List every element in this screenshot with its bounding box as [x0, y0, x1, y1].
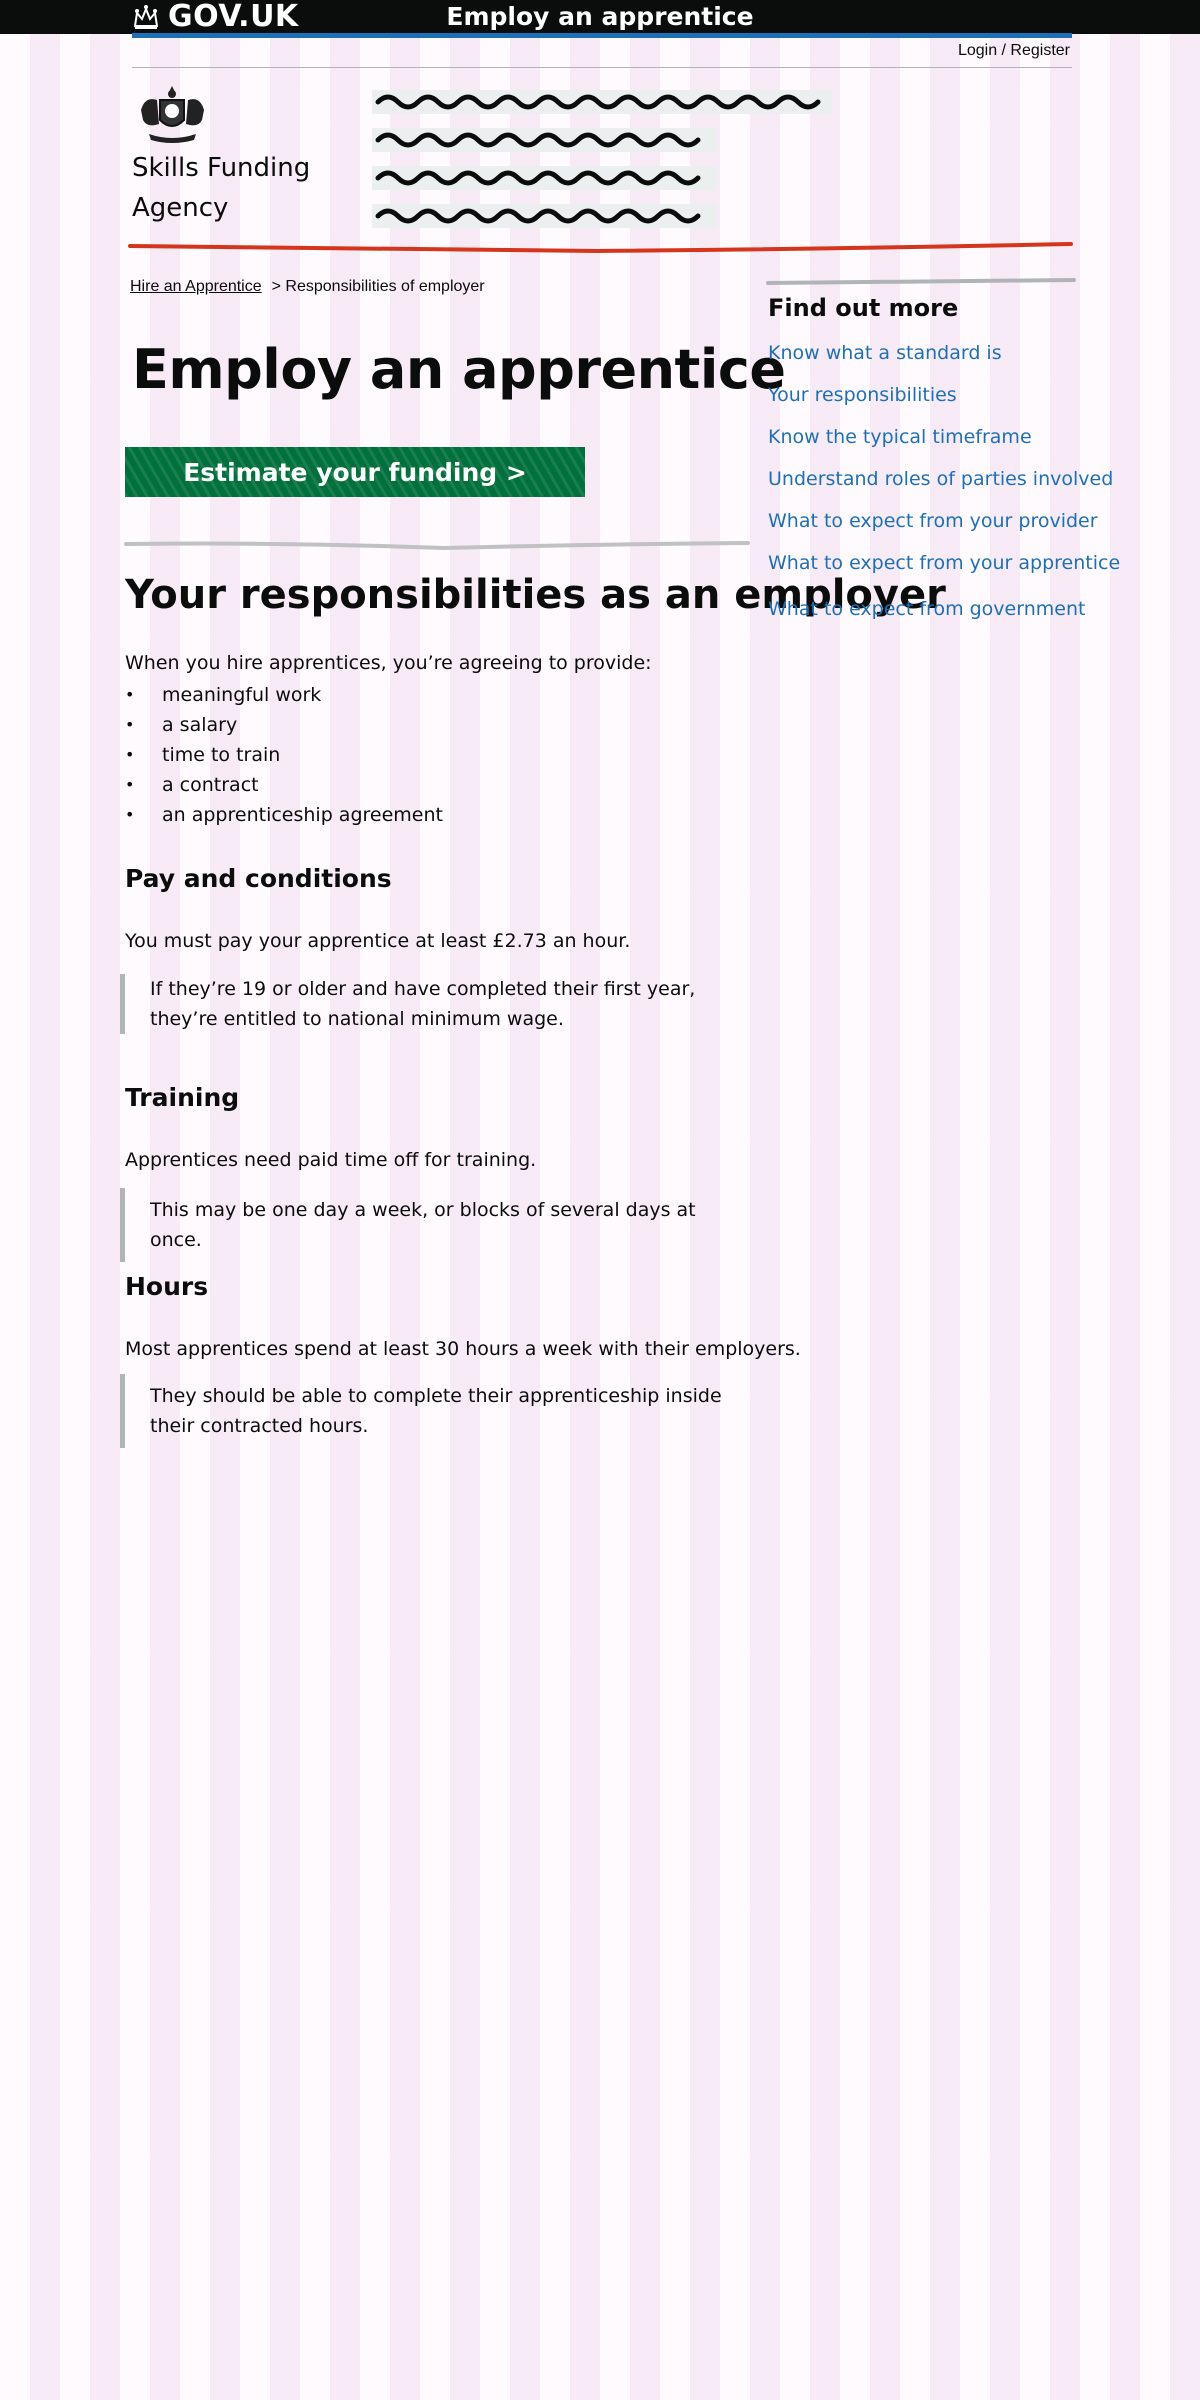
page-title: Employ an apprentice: [132, 338, 786, 401]
sidebar-link-roles[interactable]: Understand roles of parties involved: [768, 468, 1113, 490]
sidebar-item: Know the typical timeframe: [768, 416, 1120, 458]
training-text: Apprentices need paid time off for train…: [125, 1149, 537, 1171]
sidebar-item: Know what a standard is: [768, 332, 1120, 374]
header-red-rule: [128, 242, 1073, 254]
breadcrumb: Hire an Apprentice > Responsibilities of…: [130, 278, 485, 296]
agency-name: Skills Funding Agency: [132, 153, 311, 223]
intro-text: When you hire apprentices, you’re agreei…: [125, 652, 652, 674]
section-divider: [124, 541, 750, 550]
pay-text: You must pay your apprentice at least £2…: [125, 930, 631, 952]
redacted-text-line: [372, 166, 717, 190]
login-register-link[interactable]: Login / Register: [958, 42, 1070, 60]
hours-heading: Hours: [125, 1272, 209, 1301]
redacted-text-line: [372, 204, 717, 228]
list-item: time to train: [125, 740, 443, 770]
royal-crest-icon: [141, 86, 204, 143]
sidebar-item: Understand roles of parties involved: [768, 458, 1120, 500]
crown-icon: [133, 5, 159, 29]
sidebar-item: What to expect from government: [768, 588, 1120, 630]
sidebar-link-apprentice[interactable]: What to expect from your apprentice: [768, 552, 1120, 574]
hours-inset-text: They should be able to complete their ap…: [120, 1374, 760, 1448]
header-blue-underline: [132, 33, 1072, 38]
pay-heading: Pay and conditions: [125, 864, 392, 893]
redacted-text-line: [372, 128, 717, 152]
header-page-title: Employ an apprentice: [446, 2, 754, 31]
training-inset-text: This may be one day a week, or blocks of…: [120, 1188, 740, 1262]
sidebar-item: What to expect from your provider: [768, 500, 1120, 542]
sidebar-link-timeframe[interactable]: Know the typical timeframe: [768, 426, 1032, 448]
sidebar-top-rule: [766, 278, 1076, 285]
sidebar-link-standard[interactable]: Know what a standard is: [768, 342, 1002, 364]
sidebar-title: Find out more: [768, 294, 959, 322]
sidebar-link-responsibilities[interactable]: Your responsibilities: [768, 384, 957, 406]
govuk-logo-link[interactable]: GOV.UK: [132, 0, 299, 34]
govuk-logo-text: GOV.UK: [168, 0, 299, 34]
breadcrumb-current: > Responsibilities of employer: [271, 278, 485, 295]
list-item: a salary: [125, 710, 443, 740]
sidebar-link-provider[interactable]: What to expect from your provider: [768, 510, 1098, 532]
list-item: meaningful work: [125, 680, 443, 710]
estimate-funding-button[interactable]: Estimate your funding >: [125, 447, 585, 497]
provisions-list: meaningful work a salary time to train a…: [125, 680, 443, 830]
header-divider: [132, 67, 1072, 68]
sidebar-links: Know what a standard is Your responsibil…: [768, 332, 1120, 630]
breadcrumb-home-link[interactable]: Hire an Apprentice: [130, 278, 262, 296]
redacted-text-line: [372, 90, 832, 114]
pay-inset-text: If they’re 19 or older and have complete…: [120, 974, 740, 1034]
training-heading: Training: [125, 1083, 240, 1112]
hours-text: Most apprentices spend at least 30 hours…: [125, 1338, 801, 1360]
sidebar-item: Your responsibilities: [768, 374, 1120, 416]
sidebar-item: What to expect from your apprentice: [768, 542, 1120, 584]
top-bar: GOV.UK Employ an apprentice: [0, 0, 1200, 38]
list-item: a contract: [125, 770, 443, 800]
sidebar-link-government[interactable]: What to expect from government: [768, 598, 1085, 620]
list-item: an apprenticeship agreement: [125, 800, 443, 830]
